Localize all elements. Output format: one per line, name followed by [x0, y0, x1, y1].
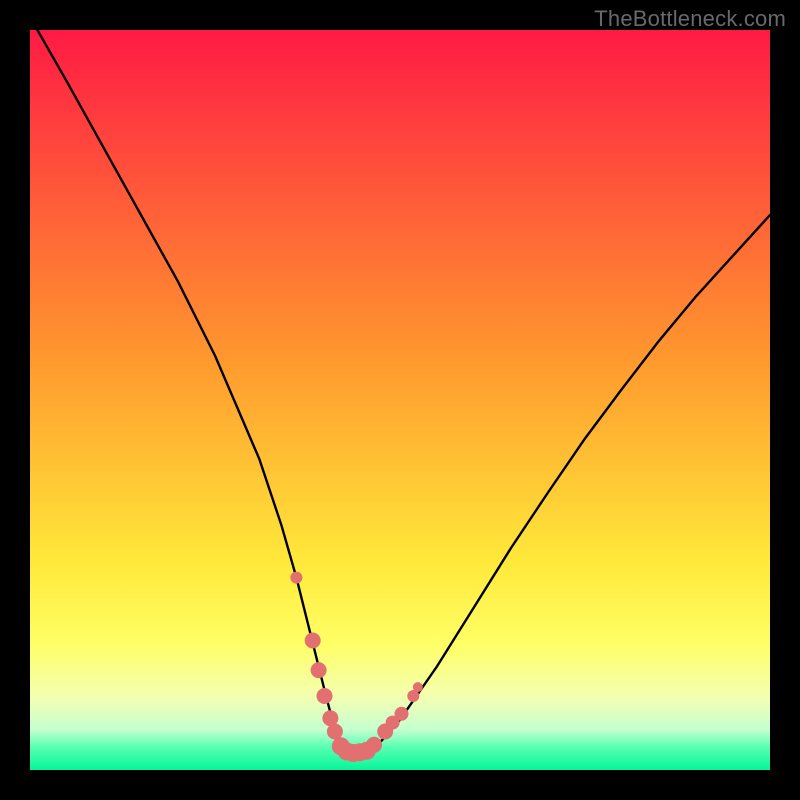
chart-canvas [0, 0, 800, 800]
plot-background [30, 30, 770, 770]
marker-dot [366, 737, 382, 753]
marker-dot [327, 724, 343, 740]
marker-dot [413, 682, 423, 692]
marker-dot [290, 572, 302, 584]
watermark-text: TheBottleneck.com [594, 6, 786, 32]
marker-dot [395, 707, 409, 721]
marker-dot [311, 662, 327, 678]
marker-dot [305, 633, 321, 649]
marker-dot [317, 688, 333, 704]
